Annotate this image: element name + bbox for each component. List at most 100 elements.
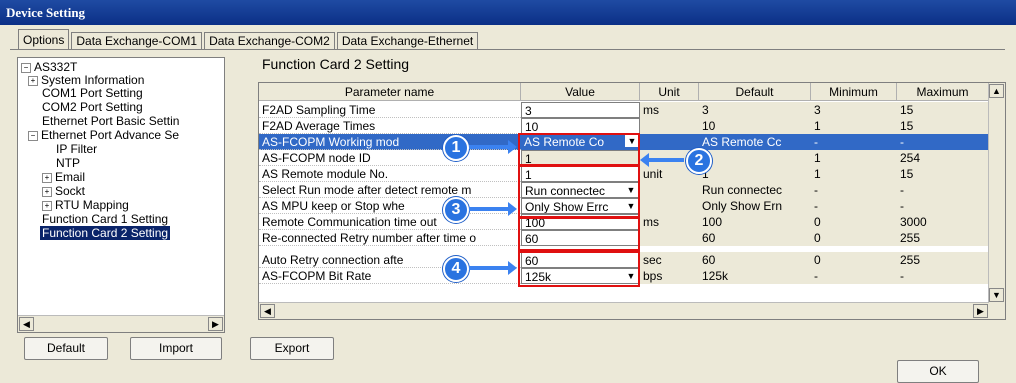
- default-button[interactable]: Default: [24, 337, 108, 360]
- highlight-box-3: [518, 217, 640, 251]
- column-header-maximum[interactable]: Maximum: [897, 83, 989, 101]
- maximum-cell: -: [897, 182, 989, 198]
- table-row[interactable]: F2AD Sampling Time 3 ms 3 3 15: [259, 102, 989, 118]
- tab-divider: [10, 49, 1005, 50]
- highlight-box-2: [518, 164, 640, 218]
- param-name: F2AD Sampling Time: [259, 102, 521, 118]
- tree-item-function-card-1[interactable]: Function Card 1 Setting: [42, 212, 168, 226]
- tab-data-exchange-ethernet[interactable]: Data Exchange-Ethernet: [336, 32, 479, 50]
- scroll-left-icon[interactable]: ◀: [19, 317, 34, 331]
- tab-bar: Options Data Exchange-COM1 Data Exchange…: [18, 29, 480, 50]
- tree-item-system-information[interactable]: + System Information: [28, 73, 144, 87]
- column-header-default[interactable]: Default: [699, 83, 811, 101]
- minimum-cell: 0: [811, 252, 897, 268]
- highlight-box-4: [518, 251, 640, 287]
- unit-cell: [640, 198, 699, 214]
- callout-badge-2: 2: [686, 148, 712, 174]
- default-cell: AS Remote Cc: [699, 134, 811, 150]
- unit-cell: ms: [640, 102, 699, 118]
- scroll-right-icon[interactable]: ▶: [973, 304, 988, 318]
- arrow-right-icon: [469, 261, 517, 275]
- maximum-cell: 255: [897, 252, 989, 268]
- table-row[interactable]: F2AD Average Times 10 10 1 15: [259, 118, 989, 134]
- callout-badge-3: 3: [443, 197, 469, 223]
- param-name: F2AD Average Times: [259, 118, 521, 134]
- minimum-cell: -: [811, 134, 897, 150]
- tree-item-sockt[interactable]: + Sockt: [42, 184, 85, 198]
- column-header-value[interactable]: Value: [521, 83, 640, 101]
- value-field[interactable]: 10: [521, 118, 640, 134]
- value-field[interactable]: 3: [521, 102, 640, 118]
- ok-button[interactable]: OK: [897, 360, 979, 383]
- unit-cell: bps: [640, 268, 699, 284]
- window-title: Device Setting: [0, 0, 1016, 25]
- default-cell: 10: [699, 118, 811, 134]
- tree-item-email[interactable]: + Email: [42, 170, 85, 184]
- maximum-cell: 255: [897, 230, 989, 246]
- scroll-left-icon[interactable]: ◀: [260, 304, 275, 318]
- maximum-cell: 254: [897, 150, 989, 166]
- default-cell: Only Show Ern: [699, 198, 811, 214]
- minimum-cell: 0: [811, 230, 897, 246]
- maximum-cell: 15: [897, 118, 989, 134]
- tree-item-rtu-mapping[interactable]: + RTU Mapping: [42, 198, 129, 212]
- tree-item-ip-filter[interactable]: IP Filter: [56, 142, 97, 156]
- collapse-icon[interactable]: −: [28, 130, 38, 141]
- tab-data-exchange-com1[interactable]: Data Exchange-COM1: [71, 32, 203, 50]
- minimum-cell: 1: [811, 118, 897, 134]
- expand-icon[interactable]: +: [28, 75, 38, 86]
- default-cell: Run connectec: [699, 182, 811, 198]
- maximum-cell: -: [897, 198, 989, 214]
- expand-icon[interactable]: +: [42, 200, 52, 211]
- tree-item-com2[interactable]: COM2 Port Setting: [42, 100, 143, 114]
- maximum-cell: 15: [897, 102, 989, 118]
- param-name: Re-connected Retry number after time o: [259, 230, 521, 246]
- export-button[interactable]: Export: [250, 337, 334, 360]
- scroll-up-icon[interactable]: ▲: [989, 84, 1004, 98]
- tree-item-com1[interactable]: COM1 Port Setting: [42, 86, 143, 100]
- tree-horizontal-scrollbar[interactable]: ◀ ▶: [18, 315, 224, 332]
- import-button[interactable]: Import: [130, 337, 222, 360]
- tree-root[interactable]: − AS332T: [21, 60, 77, 74]
- unit-cell: [640, 134, 699, 150]
- maximum-cell: -: [897, 268, 989, 284]
- minimum-cell: -: [811, 198, 897, 214]
- arrow-right-icon: [469, 140, 517, 154]
- arrow-right-icon: [469, 202, 517, 216]
- minimum-cell: -: [811, 182, 897, 198]
- column-header-parameter[interactable]: Parameter name: [259, 83, 521, 101]
- arrow-left-icon: [640, 153, 684, 167]
- settings-tree[interactable]: − AS332T + System Information COM1 Port Se…: [17, 57, 225, 333]
- callout-badge-4: 4: [443, 256, 469, 282]
- default-cell: 1: [699, 150, 811, 166]
- maximum-cell: 15: [897, 166, 989, 182]
- section-title: Function Card 2 Setting: [262, 56, 410, 72]
- param-name: AS MPU keep or Stop whe: [259, 198, 521, 214]
- tab-data-exchange-com2[interactable]: Data Exchange-COM2: [204, 32, 335, 50]
- scroll-down-icon[interactable]: ▼: [989, 288, 1004, 302]
- tree-item-ethernet-basic[interactable]: Ethernet Port Basic Settin: [42, 114, 179, 128]
- default-cell: 100: [699, 214, 811, 230]
- column-header-minimum[interactable]: Minimum: [811, 83, 897, 101]
- tree-item-function-card-2[interactable]: Function Card 2 Setting: [40, 226, 171, 240]
- unit-cell: ms: [640, 214, 699, 230]
- grid-horizontal-scrollbar[interactable]: ◀ ▶: [259, 302, 989, 319]
- callout-badge-1: 1: [443, 135, 469, 161]
- tab-options[interactable]: Options: [18, 29, 70, 50]
- tree-item-ethernet-advance[interactable]: − Ethernet Port Advance Se: [28, 128, 179, 142]
- grid-vertical-scrollbar[interactable]: ▲ ▼: [988, 83, 1005, 319]
- expand-icon[interactable]: +: [42, 186, 52, 197]
- default-cell: 60: [699, 230, 811, 246]
- maximum-cell: 3000: [897, 214, 989, 230]
- highlight-box-1: [518, 133, 640, 167]
- scroll-right-icon[interactable]: ▶: [208, 317, 223, 331]
- collapse-icon[interactable]: −: [21, 62, 31, 73]
- minimum-cell: 0: [811, 214, 897, 230]
- minimum-cell: 1: [811, 150, 897, 166]
- param-name: Select Run mode after detect remote m: [259, 182, 521, 198]
- minimum-cell: 1: [811, 166, 897, 182]
- expand-icon[interactable]: +: [42, 172, 52, 183]
- tree-item-ntp[interactable]: NTP: [56, 156, 80, 170]
- column-header-unit[interactable]: Unit: [640, 83, 699, 101]
- unit-cell: [640, 182, 699, 198]
